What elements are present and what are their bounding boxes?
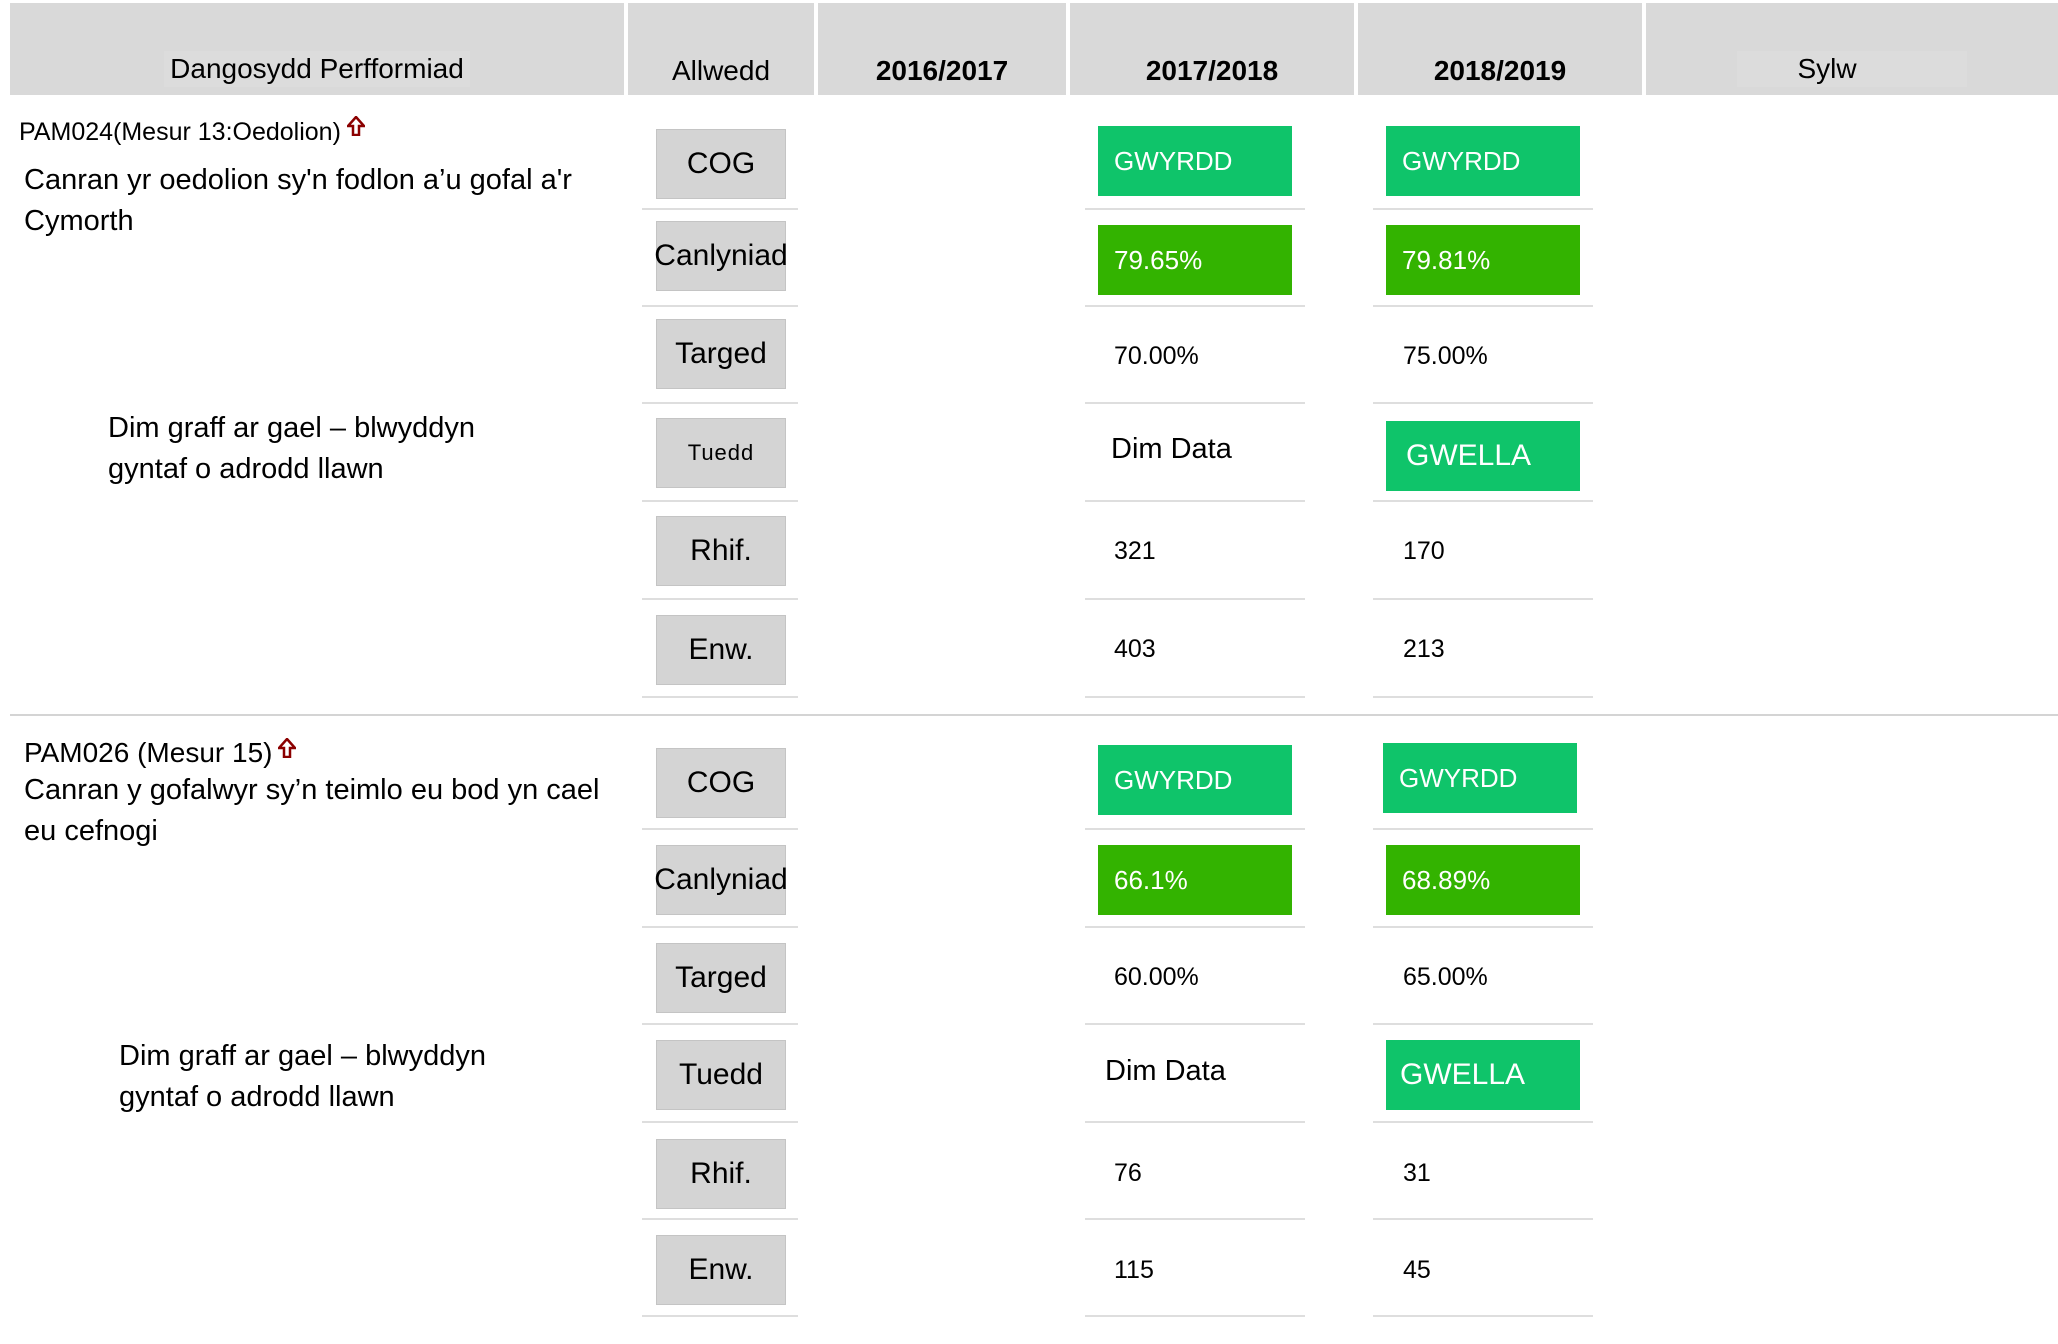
key-rag-button[interactable]: COG [656,748,786,818]
row-divider [642,926,798,928]
row-divider [1373,500,1593,502]
target-value: 60.00% [1114,963,1199,991]
trend-value: Dim Data [1105,1055,1226,1087]
header-comment-label: Sylw [1737,51,1967,87]
header-year-2018-label: 2018/2019 [1433,55,1567,86]
row-divider [1373,828,1593,830]
row-divider [1373,1023,1593,1025]
rag-status-badge: GWYRDD [1098,745,1292,815]
row-divider [1085,208,1305,210]
numerator-value: 321 [1114,537,1156,565]
key-trend-button[interactable]: Tuedd [656,1040,786,1110]
numerator-value: 76 [1114,1159,1142,1187]
row-divider [642,598,798,600]
key-result-button[interactable]: Canlyniad [654,221,788,291]
indicator-note-line: Dim graff ar gael – blwyddyn [119,1040,486,1072]
numerator-value: 170 [1403,537,1445,565]
header-indicator-label: Dangosydd Perfformiad [164,51,470,87]
row-divider [642,696,798,698]
rag-status-badge: GWYRDD [1098,126,1292,196]
denominator-value: 115 [1114,1256,1154,1284]
row-divider [1085,1121,1305,1123]
denominator-value: 403 [1114,635,1156,663]
row-divider [1085,926,1305,928]
row-divider [1373,926,1593,928]
row-divider [1085,402,1305,404]
indicator-code-label: PAM024(Mesur 13:Oedolion) [19,118,341,146]
result-badge: 79.65% [1098,225,1292,295]
key-result-button[interactable]: Canlyniad [654,845,788,915]
header-year-2017: 2017/2018 [1070,3,1354,95]
row-divider [1373,598,1593,600]
header-key: Allwedd [628,3,814,95]
header-comment: Sylw [1646,3,2058,95]
key-target-button[interactable]: Targed [656,319,786,389]
key-denominator-button[interactable]: Enw. [656,615,786,685]
row-divider [1373,402,1593,404]
row-divider [642,305,798,307]
indicator-code-label: PAM026 (Mesur 15) [24,737,273,768]
key-numerator-button[interactable]: Rhif. [656,1139,786,1209]
target-value: 70.00% [1114,342,1199,370]
rag-status-badge: GWYRDD [1386,126,1580,196]
up-arrow-icon [345,114,367,143]
indicator-note-line: gyntaf o adrodd llawn [119,1081,395,1113]
indicator-code: PAM024(Mesur 13:Oedolion) [19,114,367,147]
key-target-button[interactable]: Targed [656,943,786,1013]
row-divider [1373,1315,1593,1317]
key-numerator-button[interactable]: Rhif. [656,516,786,586]
indicator-code: PAM026 (Mesur 15) [24,733,299,769]
row-divider [642,1023,798,1025]
row-divider [1373,696,1593,698]
indicator-description: Canran y gofalwyr sy’n teimlo eu bod yn … [24,774,600,847]
row-divider [1085,828,1305,830]
header-indicator: Dangosydd Perfformiad [10,3,624,95]
denominator-value: 45 [1403,1256,1431,1284]
result-badge: 68.89% [1386,845,1580,915]
row-divider [1373,305,1593,307]
row-divider [1085,696,1305,698]
target-value: 65.00% [1403,963,1488,991]
indicator-note-line: gyntaf o adrodd llawn [108,453,384,485]
result-badge: 66.1% [1098,845,1292,915]
target-value: 75.00% [1403,342,1488,370]
row-divider [642,208,798,210]
row-divider [1085,598,1305,600]
row-divider [1085,1023,1305,1025]
row-divider [1085,305,1305,307]
header-year-2016-label: 2016/2017 [875,55,1009,86]
indicator-note: Dim graff ar gael – blwyddyn gyntaf o ad… [108,408,538,490]
row-divider [1085,1218,1305,1220]
indicator-description: Canran yr oedolion sy'n fodlon a’u gofal… [24,164,572,237]
numerator-value: 31 [1403,1159,1431,1187]
up-arrow-icon [276,733,299,765]
key-denominator-button[interactable]: Enw. [656,1235,786,1305]
row-divider [642,1315,798,1317]
row-divider [1085,500,1305,502]
header-year-2016: 2016/2017 [818,3,1066,95]
row-divider [642,402,798,404]
trend-badge: GWELLA [1386,421,1580,491]
row-divider [1085,1315,1305,1317]
denominator-value: 213 [1403,635,1445,663]
indicator-note: Dim graff ar gael – blwyddyn gyntaf o ad… [119,1036,549,1118]
row-divider [1373,1121,1593,1123]
header-key-label: Allwedd [671,55,771,86]
key-trend-button[interactable]: Tuedd [656,418,786,488]
result-badge: 79.81% [1386,225,1580,295]
section-divider [10,714,2058,716]
rag-status-badge: GWYRDD [1383,743,1577,813]
row-divider [1373,208,1593,210]
header-year-2018: 2018/2019 [1358,3,1642,95]
row-divider [642,500,798,502]
trend-value: Dim Data [1111,433,1232,465]
row-divider [1373,1218,1593,1220]
row-divider [642,1121,798,1123]
key-rag-button[interactable]: COG [656,129,786,199]
trend-badge: GWELLA [1386,1040,1580,1110]
header-year-2017-label: 2017/2018 [1145,55,1279,86]
indicator-note-line: Dim graff ar gael – blwyddyn [108,412,475,444]
row-divider [642,1218,798,1220]
row-divider [642,828,798,830]
